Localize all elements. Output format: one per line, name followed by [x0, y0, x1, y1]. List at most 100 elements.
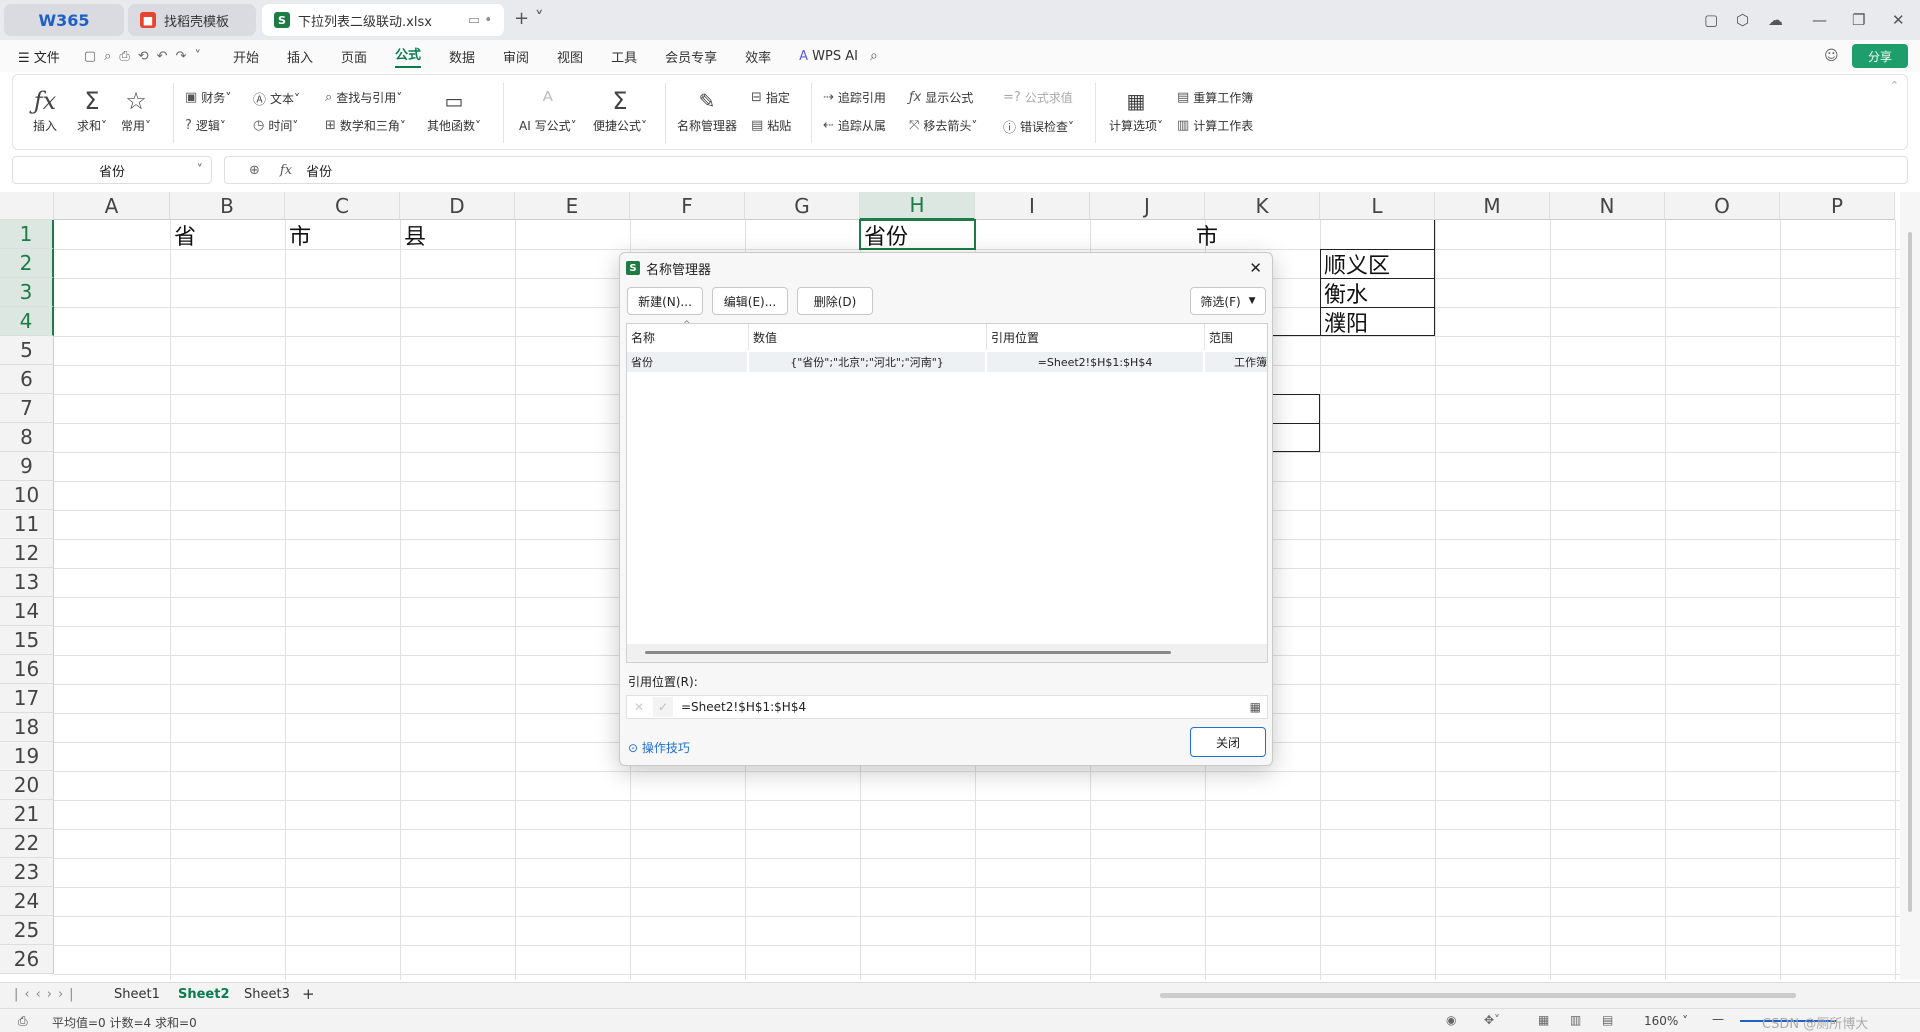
quick-formula-button[interactable]: Σ 便捷公式˅ [593, 85, 647, 134]
status-icon[interactable]: ⎙ [18, 1014, 28, 1029]
ref-input[interactable]: ✕ ✓ =Sheet2!$H$1:$H$4 ▦ [626, 695, 1268, 719]
other-functions-button[interactable]: ▭ 其他函数˅ [427, 85, 481, 134]
sheet-tab-2[interactable]: Sheet2 [178, 987, 230, 1002]
page-view-icon[interactable]: ▥ [1570, 1013, 1581, 1027]
col-header-value[interactable]: 数值 [749, 324, 987, 350]
tips-link[interactable]: ⊙ 操作技巧 [628, 739, 690, 756]
column-header-i[interactable]: I [975, 192, 1090, 220]
menu-page[interactable]: 页面 [341, 47, 367, 66]
row-header-15[interactable]: 15 [0, 626, 54, 655]
row-header-10[interactable]: 10 [0, 481, 54, 510]
column-header-a[interactable]: A [54, 192, 170, 220]
edit-name-button[interactable]: 编辑(E)... [712, 287, 788, 315]
row-scope[interactable]: 工作簿 [1205, 352, 1267, 372]
calc-sheet-button[interactable]: ▥ 计算工作表 [1177, 117, 1253, 134]
logic-button[interactable]: ? 逻辑 ˅ [185, 117, 226, 134]
column-header-c[interactable]: C [285, 192, 400, 220]
text-button[interactable]: Ⓐ 文本 ˅ [253, 89, 300, 109]
add-sheet-icon[interactable]: + [302, 985, 315, 1003]
new-tab-icon[interactable]: + ˅ [514, 8, 544, 29]
column-header-l[interactable]: L [1320, 192, 1435, 220]
name-manager-button[interactable]: ✎ 名称管理器 [677, 85, 737, 134]
tab-w365[interactable]: W365 [4, 4, 124, 36]
column-header-p[interactable]: P [1780, 192, 1895, 220]
close-icon[interactable]: ✕ [1892, 11, 1905, 29]
col-header-name[interactable]: 名称 ^ [627, 320, 749, 350]
cell-d1[interactable]: 县 [400, 220, 515, 250]
move-icon[interactable]: ✥˅ [1484, 1013, 1500, 1027]
range-picker-icon[interactable]: ▦ [1250, 700, 1261, 714]
common-functions-button[interactable]: ☆ 常用˅ [121, 85, 151, 134]
horizontal-scrollbar[interactable] [1160, 993, 1796, 998]
cancel-icon[interactable]: ✕ [629, 697, 649, 717]
list-hscroll[interactable] [627, 644, 1267, 662]
names-list[interactable]: 名称 ^ 数值 引用位置 范围 省份 {"省份";"北京";"河北";"河南"} … [626, 320, 1268, 663]
chevron-down-icon[interactable]: ˅ [197, 163, 204, 178]
confirm-icon[interactable]: ✓ [653, 697, 673, 717]
filter-button[interactable]: 筛选(F) ▼ [1190, 287, 1266, 315]
window-icon[interactable]: ▢ [1704, 11, 1718, 29]
name-box[interactable]: 省份 ˅ [12, 156, 212, 184]
error-check-button[interactable]: ⓘ 错误检查 ˅ [1003, 117, 1074, 137]
menu-formula[interactable]: 公式 [395, 44, 422, 68]
column-header-b[interactable]: B [170, 192, 285, 220]
share-button[interactable]: 分享 [1852, 44, 1908, 68]
row-header-12[interactable]: 12 [0, 539, 54, 568]
formula-input[interactable]: ⊕ fx 省份 [224, 156, 1908, 184]
zoom-icon[interactable]: ⊕ [249, 163, 260, 178]
lookup-button[interactable]: ⌕ 查找与引用 ˅ [325, 89, 402, 106]
column-header-d[interactable]: D [400, 192, 515, 220]
search-icon[interactable]: ⌕ [870, 48, 878, 64]
restore-icon[interactable]: ❐ [1852, 11, 1865, 29]
col-header-scope[interactable]: 范围 [1205, 324, 1267, 350]
column-header-k[interactable]: K [1205, 192, 1320, 220]
column-header-g[interactable]: G [745, 192, 860, 220]
cube-icon[interactable]: ⬡ [1736, 11, 1749, 29]
wps-ai-button[interactable]: A WPS AI [799, 49, 858, 64]
menu-review[interactable]: 审阅 [503, 47, 529, 66]
row-header-3[interactable]: 3 [0, 278, 54, 307]
row-name[interactable]: 省份 [627, 352, 747, 372]
tab-dot-icon[interactable]: ▭ • [468, 13, 492, 28]
dialog-close-icon[interactable]: ✕ [1249, 259, 1262, 277]
menu-data[interactable]: 数据 [449, 47, 475, 66]
row-header-23[interactable]: 23 [0, 858, 54, 887]
recalc-workbook-button[interactable]: ▤ 重算工作簿 [1177, 89, 1253, 106]
column-header-h[interactable]: H [860, 192, 975, 220]
row-header-16[interactable]: 16 [0, 655, 54, 684]
row-ref[interactable]: =Sheet2!$H$1:$H$4 [987, 352, 1203, 372]
trace-dependents-button[interactable]: ⇠ 追踪从属 [823, 117, 886, 134]
row-header-6[interactable]: 6 [0, 365, 54, 394]
time-button[interactable]: ◷ 时间 ˅ [253, 117, 298, 134]
cell-b1[interactable]: 省 [170, 220, 285, 250]
row-header-2[interactable]: 2 [0, 249, 54, 278]
comment-icon[interactable]: ☺ [1824, 48, 1839, 64]
column-header-f[interactable]: F [630, 192, 745, 220]
menu-tools[interactable]: 工具 [611, 47, 637, 66]
row-header-20[interactable]: 20 [0, 771, 54, 800]
row-header-8[interactable]: 8 [0, 423, 54, 452]
menu-member[interactable]: 会员专享 [665, 47, 717, 66]
finance-button[interactable]: ▣ 财务 ˅ [185, 89, 231, 106]
normal-view-icon[interactable]: ▦ [1538, 1013, 1549, 1027]
column-header-n[interactable]: N [1550, 192, 1665, 220]
tab-template[interactable]: ■ 找稻壳模板 [128, 4, 256, 36]
scroll-thumb[interactable] [1908, 232, 1912, 912]
autosum-button[interactable]: Σ 求和˅ [77, 85, 107, 134]
menu-efficiency[interactable]: 效率 [745, 47, 771, 66]
delete-name-button[interactable]: 删除(D) [797, 287, 873, 315]
insert-function-button[interactable]: ƒx 插入 [33, 85, 57, 134]
row-header-21[interactable]: 21 [0, 800, 54, 829]
collapse-ribbon-icon[interactable]: ⌃ [1890, 79, 1899, 92]
row-header-13[interactable]: 13 [0, 568, 54, 597]
cloud-icon[interactable]: ☁ [1768, 11, 1783, 29]
select-all-corner[interactable] [0, 192, 54, 220]
row-header-17[interactable]: 17 [0, 684, 54, 713]
row-value[interactable]: {"省份";"北京";"河北";"河南"} [749, 352, 985, 372]
tab-workbook[interactable]: S 下拉列表二级联动.xlsx ▭ • [262, 4, 504, 36]
row-header-5[interactable]: 5 [0, 336, 54, 365]
ai-formula-button[interactable]: ᴬ AI 写公式˅ [519, 85, 577, 134]
col-header-ref[interactable]: 引用位置 [987, 324, 1205, 350]
row-header-22[interactable]: 22 [0, 829, 54, 858]
row-header-7[interactable]: 7 [0, 394, 54, 423]
